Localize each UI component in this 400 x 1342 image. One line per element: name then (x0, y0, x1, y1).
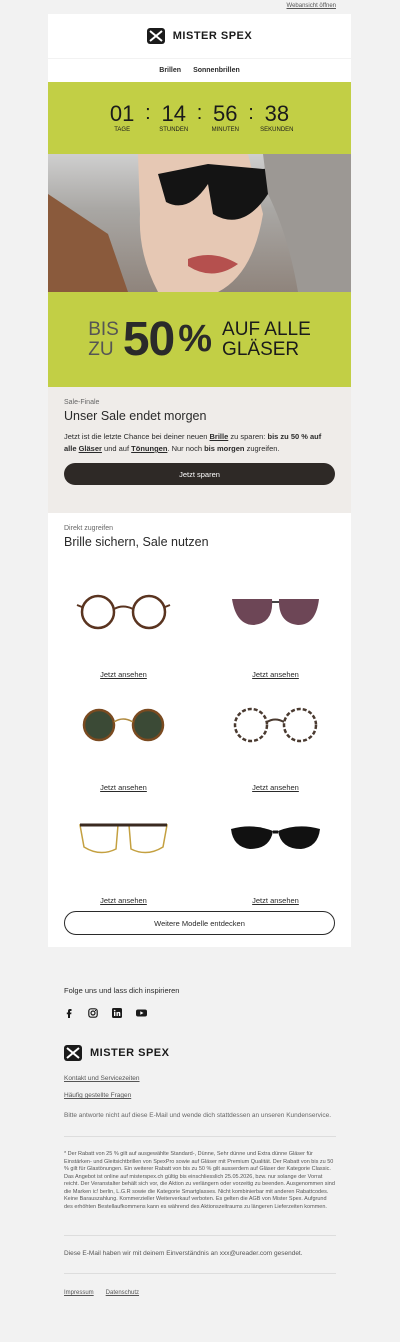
brille-link[interactable]: Brille (210, 432, 229, 441)
products-eyebrow: Direkt zugreifen (64, 525, 114, 532)
sale-title: Unser Sale endet morgen (64, 409, 207, 423)
footer-logo[interactable]: MISTER SPEX (64, 1045, 336, 1061)
divider (64, 1136, 336, 1137)
youtube-icon[interactable] (136, 1005, 147, 1017)
main-nav: Brillen Sonnenbrillen (48, 58, 351, 82)
datenschutz-link[interactable]: Datenschutz (106, 1290, 139, 1296)
product-link[interactable]: Jetzt ansehen (48, 783, 199, 792)
brand-logo-icon (64, 1045, 82, 1061)
sale-section: Sale-Finale Unser Sale endet morgen Jetz… (48, 387, 351, 513)
jetzt-sparen-button[interactable]: Jetzt sparen (64, 463, 335, 485)
countdown-separator: : (248, 101, 254, 124)
aviator-glasses-image[interactable] (76, 813, 171, 863)
footer: Folge uns und lass dich inspirieren MIST… (64, 960, 336, 1296)
footer-links: Kontakt und Servicezeiten Häufig gestell… (64, 1075, 336, 1099)
black-sport-sunglasses-image[interactable] (228, 813, 323, 863)
product-card[interactable]: Jetzt ansehen (48, 573, 199, 685)
divider (64, 1273, 336, 1274)
nav-item-sonnenbrillen[interactable]: Sonnenbrillen (193, 67, 240, 74)
countdown-timer: 01 TAGE : 14 STUNDEN : 56 MINUTEN : 38 S… (48, 82, 351, 154)
divider (64, 1235, 336, 1236)
webview-link[interactable]: Webansicht öffnen (287, 3, 336, 9)
product-link[interactable]: Jetzt ansehen (200, 670, 351, 679)
countdown-seconds: 38 SEKUNDEN (260, 101, 294, 134)
products-title: Brille sichern, Sale nutzen (64, 535, 209, 549)
linkedin-icon[interactable] (112, 1005, 122, 1018)
sale-text: Jetzt ist die letzte Chance bei deiner n… (64, 432, 322, 453)
havana-round-glasses-image[interactable] (228, 700, 323, 750)
countdown-separator: : (196, 101, 203, 124)
product-link[interactable]: Jetzt ansehen (48, 896, 199, 905)
banner-percent-sign: % (178, 318, 213, 360)
banner-auf-alle-glaeser: AUF ALLE GLÄSER (222, 318, 311, 360)
facebook-icon[interactable] (64, 1005, 74, 1018)
countdown-days: 01 TAGE (109, 101, 135, 134)
brand-name[interactable]: MISTER SPEX (173, 30, 252, 42)
follow-text: Folge uns und lass dich inspirieren (64, 986, 180, 995)
footer-brand-name: MISTER SPEX (90, 1047, 170, 1059)
round-tortoise-glasses-image[interactable] (76, 587, 171, 637)
glaeser-link[interactable]: Gläser (79, 444, 102, 453)
brand-logo-icon[interactable] (146, 28, 165, 44)
social-links (64, 1005, 336, 1018)
product-card[interactable]: Jetzt ansehen (48, 799, 199, 911)
header-logo-bar: MISTER SPEX (48, 14, 351, 58)
product-card[interactable]: Jetzt ansehen (48, 686, 199, 798)
countdown-separator: : (145, 101, 151, 124)
product-link[interactable]: Jetzt ansehen (48, 670, 199, 679)
product-link[interactable]: Jetzt ansehen (200, 783, 351, 792)
faq-link[interactable]: Häufig gestellte Fragen (64, 1092, 336, 1099)
product-link[interactable]: Jetzt ansehen (200, 896, 351, 905)
banner-bis-zu: BIS ZU (88, 318, 119, 360)
hero-image[interactable] (48, 154, 351, 292)
products-section: Direkt zugreifen Brille sichern, Sale nu… (48, 513, 351, 947)
disclaimer-text: * Der Rabatt von 25 % gilt auf ausgewähl… (64, 1151, 335, 1210)
legal-links: Impressum Datenschutz (64, 1290, 336, 1296)
sale-eyebrow: Sale-Finale (64, 399, 100, 406)
instagram-icon[interactable] (88, 1005, 98, 1018)
toenungen-link[interactable]: Tönungen (131, 444, 167, 453)
product-card[interactable]: Jetzt ansehen (200, 799, 351, 911)
countdown-hours: 14 STUNDEN (159, 101, 189, 134)
product-card[interactable]: Jetzt ansehen (200, 573, 351, 685)
reply-note: Bitte antworte nicht auf diese E-Mail un… (64, 1112, 332, 1119)
sale-banner[interactable]: BIS ZU 50 % AUF ALLE GLÄSER (48, 292, 351, 387)
impressum-link[interactable]: Impressum (64, 1290, 94, 1296)
nav-item-brillen[interactable]: Brillen (159, 67, 181, 74)
product-card[interactable]: Jetzt ansehen (200, 686, 351, 798)
contact-link[interactable]: Kontakt und Servicezeiten (64, 1075, 336, 1082)
consent-text: Diese E-Mail haben wir mit deinem Einver… (64, 1250, 303, 1257)
more-models-button[interactable]: Weitere Modelle entdecken (64, 911, 335, 935)
banner-percent: 50 (122, 313, 175, 366)
countdown-minutes: 56 MINUTEN (211, 101, 239, 134)
round-green-sunglasses-image[interactable] (76, 700, 171, 750)
purple-sunglasses-image[interactable] (228, 587, 323, 637)
